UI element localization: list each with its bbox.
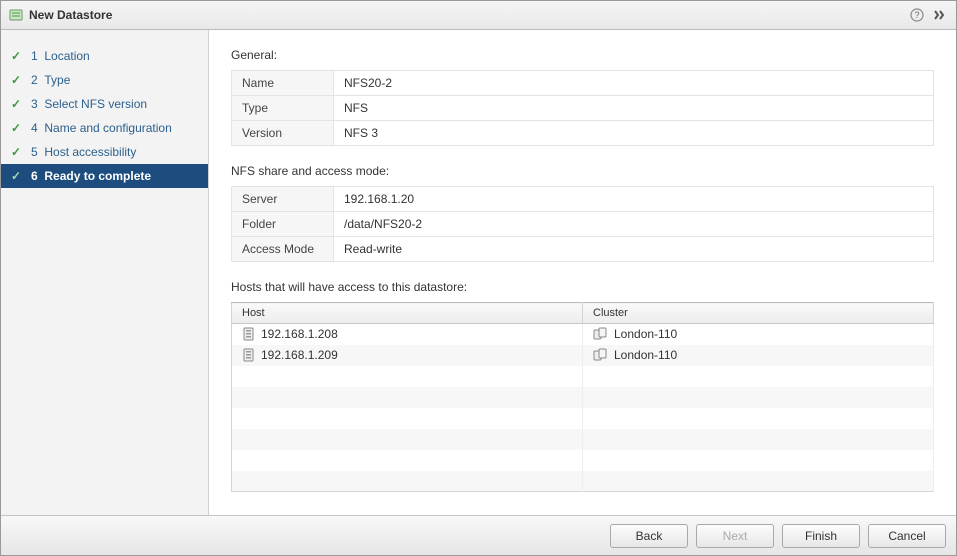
hosts-row-empty [232,450,934,471]
share-folder-key: Folder [232,212,334,237]
step-label: Select NFS version [44,97,147,111]
host-ip: 192.168.1.208 [261,327,338,341]
step-label: Location [44,49,89,63]
check-icon: ✓ [11,97,25,111]
table-row: Version NFS 3 [232,121,934,146]
check-icon: ✓ [11,121,25,135]
step-num: 1 [31,49,38,63]
hosts-row-empty [232,429,934,450]
host-icon [242,327,255,341]
step-nfs-version[interactable]: ✓ 3 Select NFS version [1,92,208,116]
general-version-value: NFS 3 [334,121,934,146]
step-host-accessibility[interactable]: ✓ 5 Host accessibility [1,140,208,164]
table-row: Folder /data/NFS20-2 [232,212,934,237]
hosts-row-empty [232,366,934,387]
step-label: Host accessibility [44,145,136,159]
general-version-key: Version [232,121,334,146]
content-pane: General: Name NFS20-2 Type NFS Version N… [209,30,956,515]
check-icon: ✓ [11,49,25,63]
table-row: Name NFS20-2 [232,71,934,96]
step-num: 6 [31,169,38,183]
hosts-header-host[interactable]: Host [232,303,583,324]
svg-text:?: ? [914,10,919,20]
share-label: NFS share and access mode: [231,164,934,178]
window-title: New Datastore [29,8,904,22]
help-icon[interactable]: ? [908,6,926,24]
cluster-icon [593,327,608,341]
titlebar: New Datastore ? [1,1,956,30]
cluster-icon [593,348,608,362]
next-button: Next [696,524,774,548]
share-table: Server 192.168.1.20 Folder /data/NFS20-2… [231,186,934,262]
step-num: 4 [31,121,38,135]
table-row: Access Mode Read-write [232,237,934,262]
check-icon: ✓ [11,169,25,183]
general-type-key: Type [232,96,334,121]
step-location[interactable]: ✓ 1 Location [1,44,208,68]
cluster-name: London-110 [614,348,677,362]
finish-button[interactable]: Finish [782,524,860,548]
share-server-key: Server [232,187,334,212]
back-button[interactable]: Back [610,524,688,548]
step-ready-complete[interactable]: ✓ 6 Ready to complete [1,164,208,188]
hosts-row-empty [232,387,934,408]
dialog-body: ✓ 1 Location ✓ 2 Type ✓ 3 Select NFS ver… [1,30,956,515]
hosts-label: Hosts that will have access to this data… [231,280,934,294]
table-row: Server 192.168.1.20 [232,187,934,212]
host-icon [242,348,255,362]
hosts-row-empty [232,408,934,429]
wizard-steps: ✓ 1 Location ✓ 2 Type ✓ 3 Select NFS ver… [1,30,209,515]
general-name-value: NFS20-2 [334,71,934,96]
step-num: 5 [31,145,38,159]
step-label: Ready to complete [44,169,151,183]
general-type-value: NFS [334,96,934,121]
share-mode-key: Access Mode [232,237,334,262]
step-label: Name and configuration [44,121,171,135]
hosts-row-empty [232,471,934,492]
hosts-header-cluster[interactable]: Cluster [583,303,934,324]
host-ip: 192.168.1.209 [261,348,338,362]
hosts-table: Host Cluster [231,302,934,492]
general-table: Name NFS20-2 Type NFS Version NFS 3 [231,70,934,146]
step-num: 3 [31,97,38,111]
share-mode-value: Read-write [334,237,934,262]
footer: Back Next Finish Cancel [1,515,956,555]
general-name-key: Name [232,71,334,96]
cancel-button[interactable]: Cancel [868,524,946,548]
table-row: Type NFS [232,96,934,121]
collapse-icon[interactable] [930,6,948,24]
step-label: Type [44,73,70,87]
share-folder-value: /data/NFS20-2 [334,212,934,237]
cluster-name: London-110 [614,327,677,341]
hosts-row[interactable]: 192.168.1.209 London-110 [232,345,934,366]
general-label: General: [231,48,934,62]
datastore-icon [9,8,23,22]
hosts-row[interactable]: 192.168.1.208 London-110 [232,324,934,345]
share-server-value: 192.168.1.20 [334,187,934,212]
step-type[interactable]: ✓ 2 Type [1,68,208,92]
step-num: 2 [31,73,38,87]
check-icon: ✓ [11,73,25,87]
step-name-config[interactable]: ✓ 4 Name and configuration [1,116,208,140]
check-icon: ✓ [11,145,25,159]
